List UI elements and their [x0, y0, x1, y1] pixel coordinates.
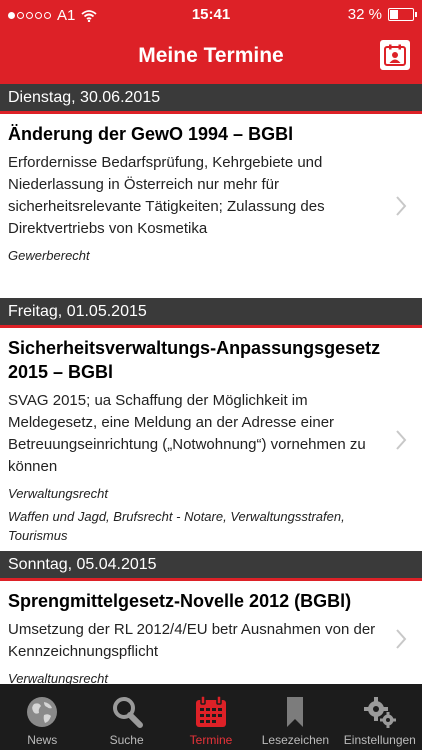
date-header: Dienstag, 30.06.2015: [0, 84, 422, 111]
tab-label: News: [27, 733, 58, 747]
tab-termine[interactable]: Termine: [169, 684, 253, 750]
chevron-right-icon: [396, 629, 407, 650]
battery-group: 32 %: [347, 6, 417, 23]
calendar-person-icon: [384, 44, 406, 66]
date-header: Sonntag, 05.04.2015: [0, 551, 422, 578]
appointments-list[interactable]: Dienstag, 30.06.2015 Änderung der GewO 1…: [0, 84, 422, 684]
battery-icon: [388, 8, 417, 21]
list-item[interactable]: Sicherheitsverwaltungs-Anpassungsgesetz …: [0, 328, 422, 551]
top-bar: A1 15:41 32 % Meine Termine: [0, 0, 422, 84]
bookmark-icon: [287, 697, 304, 727]
status-bar: A1 15:41 32 %: [0, 0, 422, 32]
entry-subcategories: Waffen und Jagd, Brufsrecht - Notare, Ve…: [8, 509, 345, 543]
chevron-right-icon: [396, 196, 407, 216]
entry-description: Erfordernisse Bedarfsprüfung, Kehrgebiet…: [8, 154, 325, 237]
globe-icon: [27, 697, 58, 727]
tab-suche[interactable]: Suche: [84, 684, 168, 750]
battery-percent: 32 %: [347, 6, 382, 23]
date-header: Freitag, 01.05.2015: [0, 298, 422, 325]
tab-bar: News Suche Termine Lesezeichen Einstellu…: [0, 684, 422, 750]
tab-label: Einstellungen: [343, 733, 416, 747]
tab-lesezeichen[interactable]: Lesezeichen: [253, 684, 337, 750]
calendar-person-button[interactable]: [380, 40, 410, 70]
tab-label: Lesezeichen: [261, 733, 330, 747]
gears-icon: [363, 697, 396, 728]
entry-category: Verwaltungsrecht: [8, 671, 108, 684]
list-item[interactable]: Sprengmittelgesetz-Novelle 2012 (BGBl) U…: [0, 581, 422, 684]
entry-title: Änderung der GewO 1994 – BGBl: [8, 124, 294, 144]
tab-label: Termine: [189, 733, 233, 747]
entry-category: Verwaltungsrecht: [8, 486, 108, 501]
entry-category: Gewerberecht: [8, 248, 90, 263]
list-item[interactable]: Änderung der GewO 1994 – BGBl Erforderni…: [0, 114, 422, 298]
entry-title: Sprengmittelgesetz-Novelle 2012 (BGBl): [8, 591, 352, 611]
tab-news[interactable]: News: [0, 684, 84, 750]
calendar-icon: [196, 695, 227, 727]
search-icon: [112, 697, 143, 728]
tab-einstellungen[interactable]: Einstellungen: [338, 684, 422, 750]
chevron-right-icon: [396, 429, 407, 450]
tab-label: Suche: [109, 733, 144, 747]
entry-description: Umsetzung der RL 2012/4/EU betr Ausnahme…: [8, 621, 376, 660]
page-title: Meine Termine: [138, 44, 284, 67]
entry-title: Sicherheitsverwaltungs-Anpassungsgesetz …: [8, 338, 381, 382]
entry-description: SVAG 2015; ua Schaffung der Möglichkeit …: [8, 392, 366, 475]
